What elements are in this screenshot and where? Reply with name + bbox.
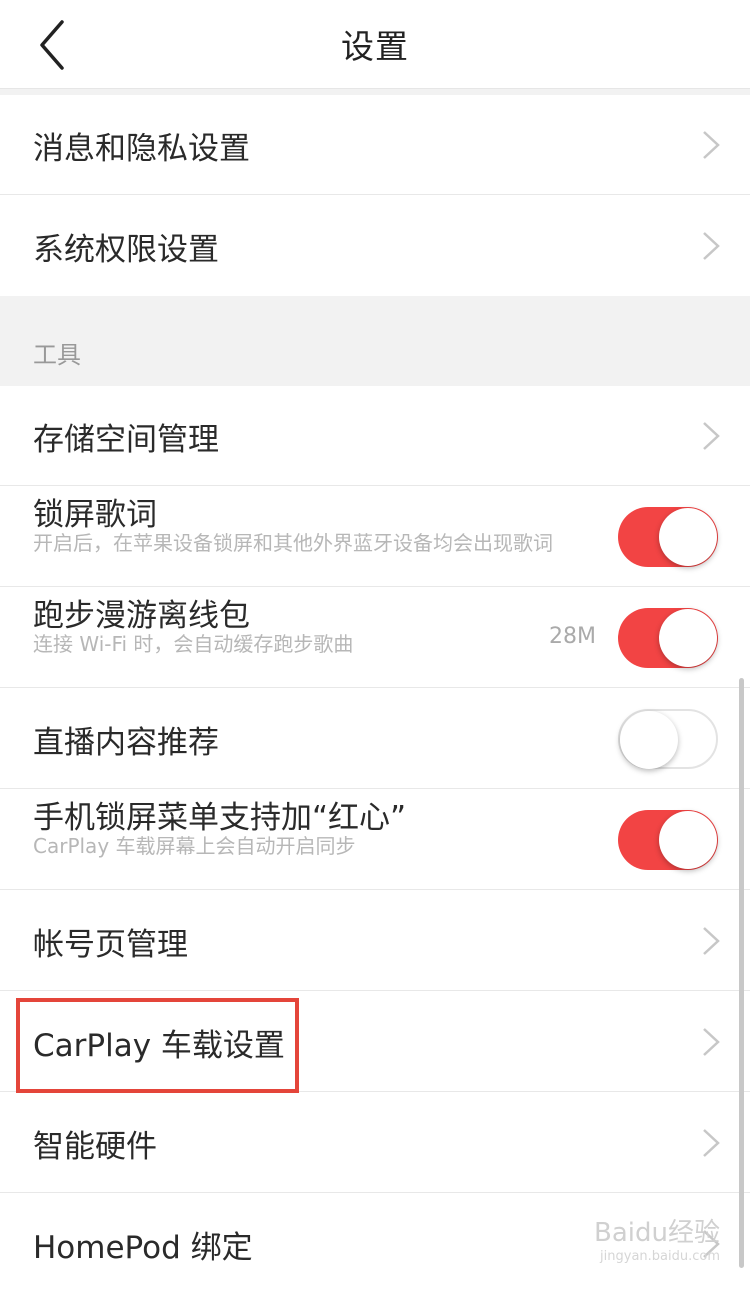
- row-label: 消息和隐私设置: [33, 131, 250, 167]
- toggle-knob: [659, 609, 717, 667]
- chevron-right-icon: [703, 232, 720, 260]
- divider: [0, 889, 750, 890]
- section-label-tools: 工具: [33, 341, 81, 369]
- watermark-text: Baidu经验: [594, 1218, 720, 1248]
- chevron-right-icon: [703, 927, 720, 955]
- row-account-page-management[interactable]: 帐号页管理: [0, 891, 750, 991]
- divider: [0, 194, 750, 195]
- toggle-knob: [659, 811, 717, 869]
- row-label: 手机锁屏菜单支持加“红心”: [33, 800, 407, 836]
- divider: [0, 485, 750, 486]
- row-label: 帐号页管理: [33, 927, 188, 963]
- row-system-permissions[interactable]: 系统权限设置: [0, 196, 750, 296]
- page-title: 设置: [341, 27, 409, 66]
- row-label: 智能硬件: [33, 1129, 157, 1165]
- row-live-recommendation: 直播内容推荐: [0, 689, 750, 789]
- row-label: HomePod 绑定: [33, 1230, 253, 1266]
- row-label: 锁屏歌词: [33, 497, 157, 533]
- row-label: 直播内容推荐: [33, 725, 219, 761]
- chevron-right-icon: [703, 422, 720, 450]
- toggle-knob: [659, 508, 717, 566]
- toggle-knob: [620, 711, 678, 769]
- row-storage-management[interactable]: 存储空间管理: [0, 386, 750, 486]
- divider: [0, 1192, 750, 1193]
- chevron-right-icon: [703, 1028, 720, 1056]
- nav-bar: 设置: [0, 0, 750, 89]
- live-recommendation-toggle[interactable]: [618, 709, 718, 769]
- row-privacy-settings[interactable]: 消息和隐私设置: [0, 95, 750, 195]
- chevron-right-icon: [703, 131, 720, 159]
- running-offline-toggle[interactable]: [618, 608, 718, 668]
- row-label: 存储空间管理: [33, 422, 219, 458]
- divider: [0, 586, 750, 587]
- chevron-right-icon: [703, 1129, 720, 1157]
- row-lockscreen-lyrics: 锁屏歌词 开启后，在苹果设备锁屏和其他外界蓝牙设备均会出现歌词: [0, 487, 750, 587]
- row-label: 系统权限设置: [33, 232, 219, 268]
- scrollbar[interactable]: [739, 678, 744, 1268]
- row-smart-hardware[interactable]: 智能硬件: [0, 1093, 750, 1193]
- lockscreen-heart-toggle[interactable]: [618, 810, 718, 870]
- divider: [0, 788, 750, 789]
- row-description: 连接 Wi-Fi 时，会自动缓存跑步歌曲: [33, 632, 354, 656]
- row-description: CarPlay 车载屏幕上会自动开启同步: [33, 834, 356, 858]
- row-lockscreen-heart: 手机锁屏菜单支持加“红心” CarPlay 车载屏幕上会自动开启同步: [0, 790, 750, 890]
- row-description: 开启后，在苹果设备锁屏和其他外界蓝牙设备均会出现歌词: [33, 531, 553, 555]
- divider: [0, 990, 750, 991]
- row-label: 跑步漫游离线包: [33, 598, 250, 634]
- row-running-offline-pack: 跑步漫游离线包 连接 Wi-Fi 时，会自动缓存跑步歌曲 28M: [0, 588, 750, 688]
- divider: [0, 687, 750, 688]
- tools-section-header: [0, 296, 750, 386]
- baidu-watermark: Baidu经验 jingyan.baidu.com: [594, 1212, 720, 1264]
- lockscreen-lyrics-toggle[interactable]: [618, 507, 718, 567]
- watermark-url: jingyan.baidu.com: [600, 1249, 720, 1264]
- cache-size: 28M: [549, 624, 596, 649]
- highlight-box: [16, 998, 299, 1093]
